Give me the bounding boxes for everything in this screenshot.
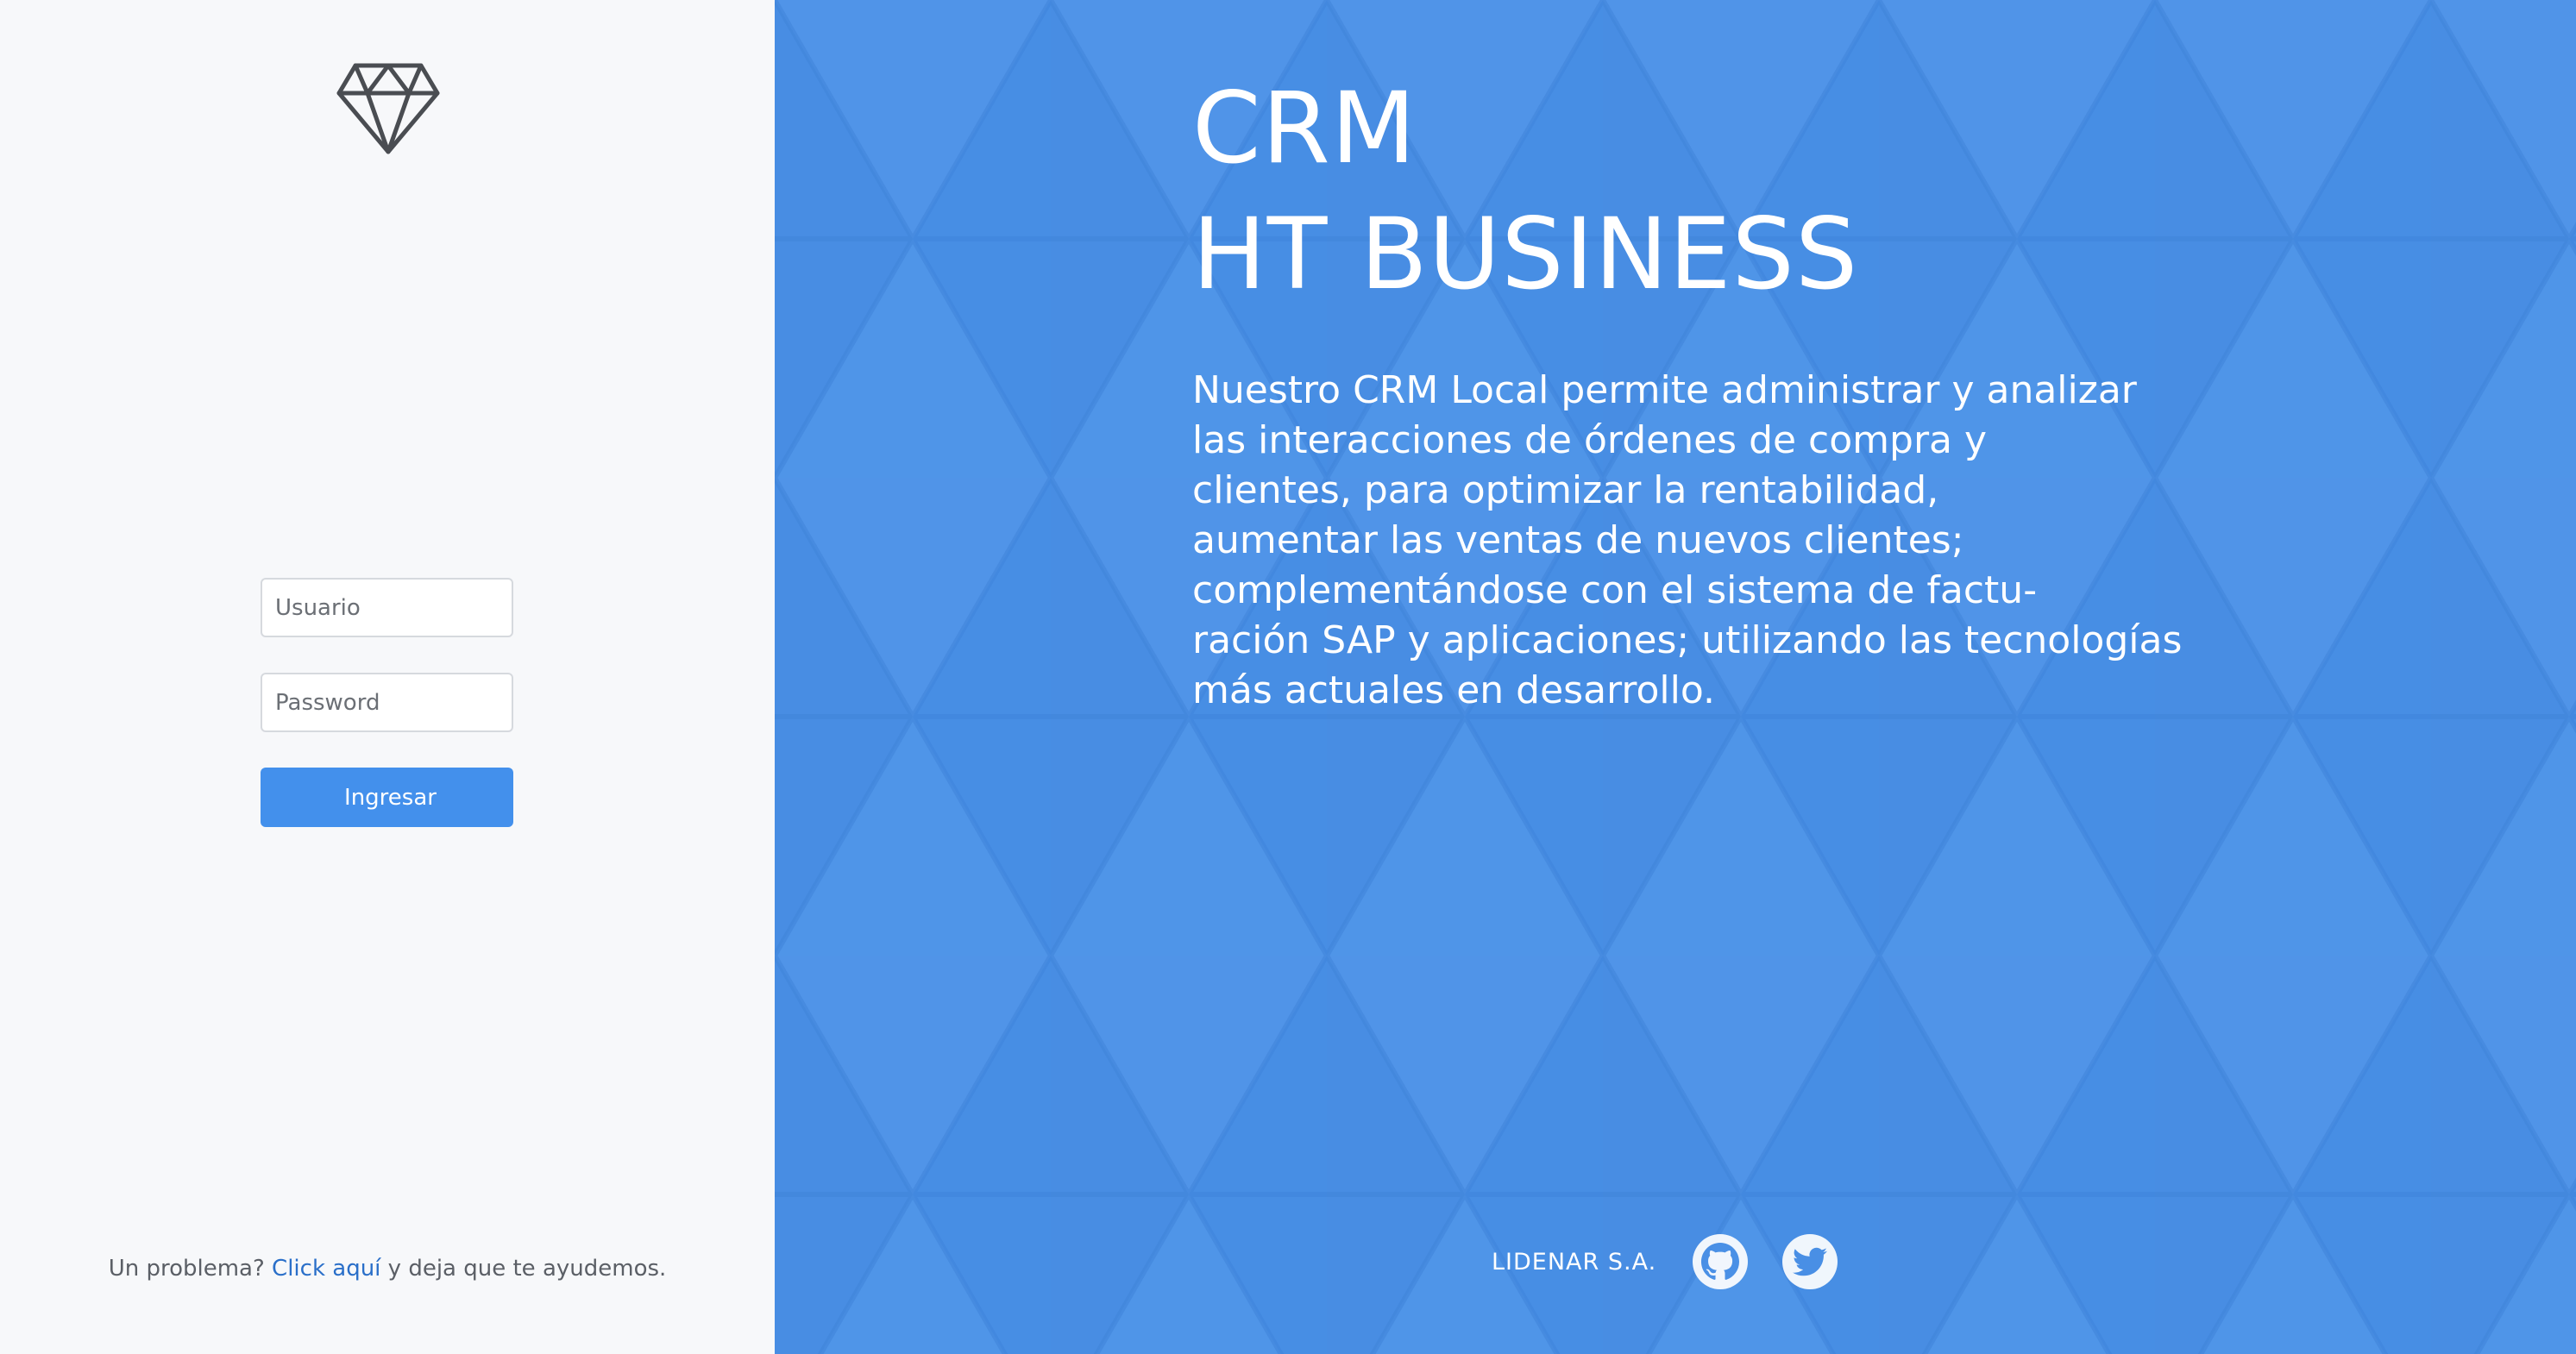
help-link[interactable]: Click aquí (272, 1256, 380, 1282)
github-icon (1701, 1243, 1740, 1280)
description-line: complementándose con el sistema de factu… (1192, 568, 2038, 612)
description-line: Nuestro CRM Local permite administrar y … (1192, 368, 2137, 412)
login-page: Ingresar Un problema? Click aquí y deja … (0, 0, 2576, 1354)
login-panel: Ingresar Un problema? Click aquí y deja … (0, 0, 775, 1354)
help-text: Un problema? Click aquí y deja que te ay… (0, 1256, 775, 1282)
diamond-icon (336, 63, 440, 154)
help-suffix: y deja que te ayudemos. (387, 1256, 667, 1282)
twitter-link[interactable] (1782, 1234, 1838, 1289)
password-field[interactable] (261, 673, 513, 732)
help-prefix: Un problema? (108, 1256, 265, 1282)
company-name: LIDENAR S.A. (1492, 1248, 1657, 1276)
description-line: clientes, para optimizar la rentabilidad… (1192, 468, 1939, 512)
hero-description: Nuestro CRM Local permite administrar y … (1192, 366, 2193, 716)
description-line: aumentar las ventas de nuevos clientes; (1192, 518, 1964, 562)
description-line: las interacciones de órdenes de compra y (1192, 418, 1988, 462)
hero-footer: LIDENAR S.A. (1492, 1232, 1872, 1292)
twitter-icon (1793, 1247, 1828, 1276)
description-line: ración SAP y aplicaciones; utilizando la… (1192, 618, 2183, 662)
username-field[interactable] (261, 578, 513, 637)
login-button[interactable]: Ingresar (261, 768, 513, 827)
hero-panel: CRM HT BUSINESS Nuestro CRM Local permit… (775, 0, 2576, 1354)
page-title: CRM HT BUSINESS (1192, 66, 1858, 317)
title-line-1: CRM (1192, 71, 1417, 185)
description-line: más actuales en desarrollo. (1192, 668, 1715, 712)
login-form: Ingresar (261, 578, 513, 827)
github-link[interactable] (1693, 1234, 1749, 1289)
title-line-2: HT BUSINESS (1192, 197, 1859, 311)
